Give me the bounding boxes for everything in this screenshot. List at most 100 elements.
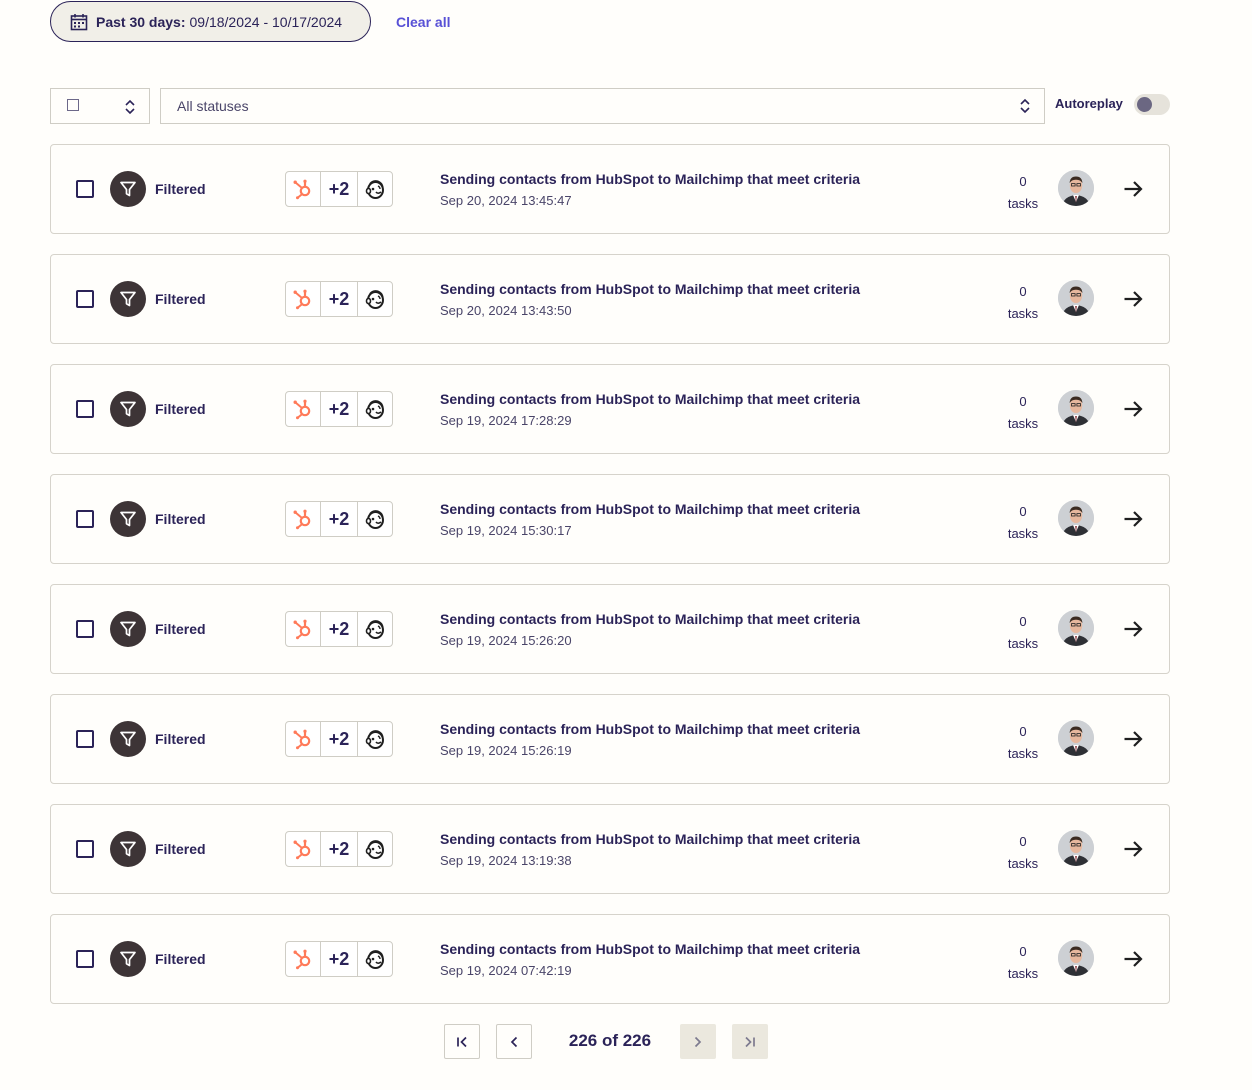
row-checkbox[interactable]	[76, 400, 94, 418]
arrow-right-icon[interactable]	[1121, 837, 1145, 861]
status-label: Filtered	[155, 291, 206, 307]
app-icons-group: +2	[285, 721, 393, 757]
extra-apps-count: +2	[320, 172, 358, 206]
arrow-right-icon[interactable]	[1121, 727, 1145, 751]
zap-name[interactable]: Sending contacts from HubSpot to Mailchi…	[440, 281, 860, 297]
status-filter-select[interactable]: All statuses	[160, 88, 1045, 124]
extra-apps-count: +2	[320, 392, 358, 426]
zap-name[interactable]: Sending contacts from HubSpot to Mailchi…	[440, 171, 860, 187]
status-label: Filtered	[155, 511, 206, 527]
status-label: Filtered	[155, 401, 206, 417]
hubspot-icon	[286, 172, 320, 206]
last-page-button[interactable]	[732, 1024, 768, 1059]
arrow-right-icon[interactable]	[1121, 617, 1145, 641]
autoreplay-label: Autoreplay	[1055, 96, 1123, 111]
app-icons-group: +2	[285, 501, 393, 537]
avatar	[1058, 280, 1094, 316]
arrow-right-icon[interactable]	[1121, 397, 1145, 421]
task-count: 0 tasks	[995, 721, 1051, 765]
hubspot-icon	[286, 282, 320, 316]
row-checkbox[interactable]	[76, 730, 94, 748]
app-icons-group: +2	[285, 831, 393, 867]
avatar	[1058, 500, 1094, 536]
date-range-prefix: Past 30 days:	[96, 13, 186, 30]
status-label: Filtered	[155, 181, 206, 197]
next-page-button[interactable]	[680, 1024, 716, 1059]
row-checkbox[interactable]	[76, 510, 94, 528]
mailchimp-icon	[358, 502, 392, 536]
first-page-icon	[455, 1035, 469, 1049]
task-count-label: tasks	[1007, 306, 1039, 321]
mailchimp-icon	[358, 722, 392, 756]
extra-apps-count: +2	[320, 832, 358, 866]
task-count-value: 0	[1019, 284, 1027, 299]
chevron-right-icon	[691, 1035, 705, 1049]
status-label: Filtered	[155, 731, 206, 747]
row-checkbox[interactable]	[76, 180, 94, 198]
mailchimp-icon	[358, 282, 392, 316]
row-checkbox[interactable]	[76, 620, 94, 638]
arrow-right-icon[interactable]	[1121, 287, 1145, 311]
app-icons-group: +2	[285, 281, 393, 317]
date-range-filter[interactable]: Past 30 days: 09/18/2024 - 10/17/2024	[50, 1, 371, 42]
toggle-knob	[1137, 97, 1152, 112]
avatar	[1058, 720, 1094, 756]
task-count-value: 0	[1019, 944, 1027, 959]
arrow-right-icon[interactable]	[1121, 507, 1145, 531]
status-label: Filtered	[155, 621, 206, 637]
previous-page-button[interactable]	[496, 1024, 532, 1059]
row-checkbox[interactable]	[76, 840, 94, 858]
mailchimp-icon	[358, 942, 392, 976]
zap-name[interactable]: Sending contacts from HubSpot to Mailchi…	[440, 721, 860, 737]
app-icons-group: +2	[285, 941, 393, 977]
avatar	[1058, 940, 1094, 976]
run-timestamp: Sep 19, 2024 15:30:17	[440, 523, 572, 538]
filter-status-icon	[110, 941, 146, 977]
run-row[interactable]: Filtered +2 Sending contacts from HubSpo…	[50, 694, 1170, 784]
task-count: 0 tasks	[995, 501, 1051, 545]
status-filter-value: All statuses	[177, 98, 249, 114]
task-count-value: 0	[1019, 834, 1027, 849]
autoreplay-toggle[interactable]	[1134, 94, 1170, 115]
mailchimp-icon	[358, 392, 392, 426]
status-label: Filtered	[155, 951, 206, 967]
task-count: 0 tasks	[995, 391, 1051, 435]
zap-name[interactable]: Sending contacts from HubSpot to Mailchi…	[440, 831, 860, 847]
task-count-label: tasks	[1007, 856, 1039, 871]
bulk-select-dropdown[interactable]	[50, 88, 150, 124]
avatar	[1058, 610, 1094, 646]
run-row[interactable]: Filtered +2 Sending contacts from HubSpo…	[50, 804, 1170, 894]
run-row[interactable]: Filtered +2 Sending contacts from HubSpo…	[50, 144, 1170, 234]
clear-all-link[interactable]: Clear all	[396, 14, 450, 30]
run-row[interactable]: Filtered +2 Sending contacts from HubSpo…	[50, 254, 1170, 344]
extra-apps-count: +2	[320, 282, 358, 316]
task-count: 0 tasks	[995, 611, 1051, 655]
app-icons-group: +2	[285, 171, 393, 207]
hubspot-icon	[286, 832, 320, 866]
task-count-value: 0	[1019, 504, 1027, 519]
hubspot-icon	[286, 722, 320, 756]
extra-apps-count: +2	[320, 942, 358, 976]
row-checkbox[interactable]	[76, 290, 94, 308]
chevron-updown-icon	[124, 99, 136, 115]
first-page-button[interactable]	[444, 1024, 480, 1059]
arrow-right-icon[interactable]	[1121, 947, 1145, 971]
zap-name[interactable]: Sending contacts from HubSpot to Mailchi…	[440, 941, 860, 957]
run-timestamp: Sep 19, 2024 13:19:38	[440, 853, 572, 868]
arrow-right-icon[interactable]	[1121, 177, 1145, 201]
run-row[interactable]: Filtered +2 Sending contacts from HubSpo…	[50, 914, 1170, 1004]
run-row[interactable]: Filtered +2 Sending contacts from HubSpo…	[50, 474, 1170, 564]
select-all-checkbox[interactable]	[67, 99, 79, 111]
zap-name[interactable]: Sending contacts from HubSpot to Mailchi…	[440, 501, 860, 517]
zap-name[interactable]: Sending contacts from HubSpot to Mailchi…	[440, 611, 860, 627]
task-count-label: tasks	[1007, 526, 1039, 541]
chevron-left-icon	[507, 1035, 521, 1049]
zap-name[interactable]: Sending contacts from HubSpot to Mailchi…	[440, 391, 860, 407]
row-checkbox[interactable]	[76, 950, 94, 968]
task-count-label: tasks	[1007, 966, 1039, 981]
hubspot-icon	[286, 942, 320, 976]
task-count-label: tasks	[1007, 636, 1039, 651]
app-icons-group: +2	[285, 391, 393, 427]
run-row[interactable]: Filtered +2 Sending contacts from HubSpo…	[50, 584, 1170, 674]
run-row[interactable]: Filtered +2 Sending contacts from HubSpo…	[50, 364, 1170, 454]
